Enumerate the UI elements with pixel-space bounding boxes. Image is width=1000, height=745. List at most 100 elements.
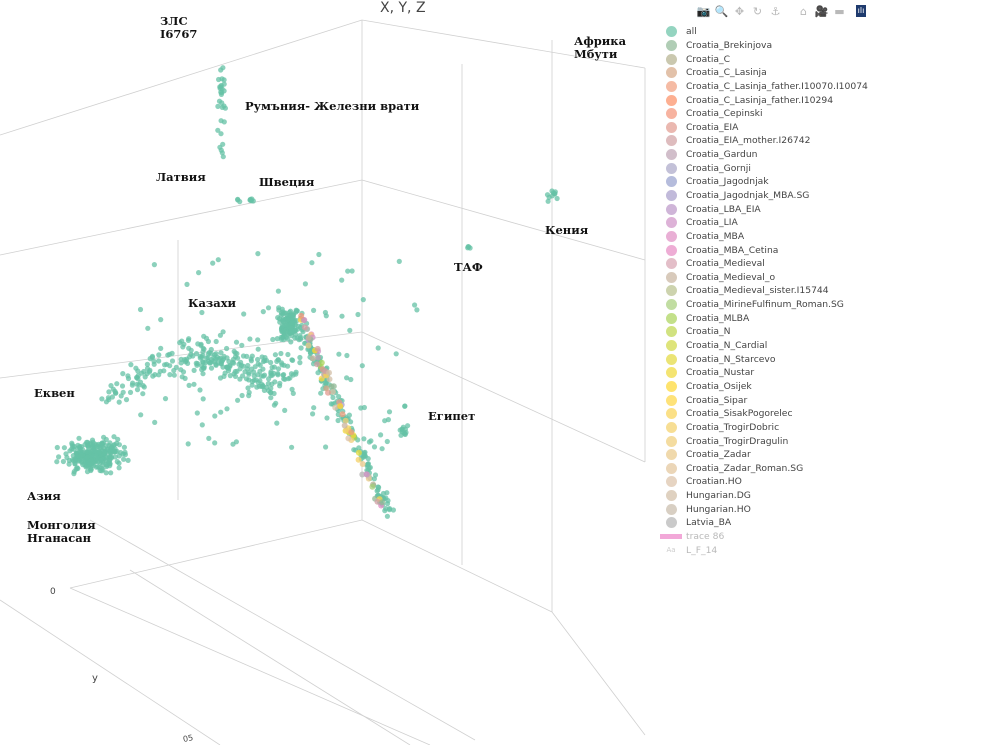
data-point [199,309,205,316]
legend-label: L_F_14 [686,544,718,556]
data-point [275,288,281,294]
legend-item[interactable]: Croatia_EIA [660,120,995,134]
legend-item[interactable]: Croatia_Nustar [660,366,995,380]
data-point [141,384,147,390]
data-point [552,191,558,197]
legend-item[interactable]: Croatia_N_Starcevo [660,352,995,366]
legend-item[interactable]: Croatia_EIA_mother.I26742 [660,134,995,148]
data-point [84,469,91,475]
spike-lines-icon[interactable]: ▬ [832,5,847,19]
legend-item[interactable]: Croatian.HO [660,475,995,489]
legend-item[interactable]: Croatia_TrogirDobric [660,421,995,435]
zoom-icon[interactable]: 🔍 [714,5,729,19]
data-point [71,471,77,477]
turntable-icon[interactable]: ⚓ [768,5,783,19]
legend-item[interactable]: Croatia_C_Lasinja_father.I10070.I10074 [660,80,995,94]
data-point [218,409,224,415]
legend-item[interactable]: Croatia_MBA [660,230,995,244]
legend-item[interactable]: Croatia_Zadar [660,448,995,462]
grid-line [0,179,363,256]
data-point [144,361,150,367]
data-point [140,391,146,397]
legend-item[interactable]: trace 86 [660,530,995,544]
data-point [186,382,192,388]
camera-view-icon[interactable]: 🎥 [814,5,829,19]
data-point [233,339,240,345]
legend-item[interactable]: Croatia_Brekinjova [660,39,995,53]
camera-icon[interactable]: 📷 [696,5,711,19]
legend-item[interactable]: Croatia_Osijek [660,380,995,394]
legend-label: Croatia_Cepinski [686,108,763,120]
data-point [196,270,202,276]
data-point [220,329,226,335]
legend-item[interactable]: Croatia_N_Cardial [660,339,995,353]
legend-item[interactable]: Latvia_BA [660,516,995,530]
data-point [379,499,386,506]
legend-item[interactable]: Croatia_Zadar_Roman.SG [660,462,995,476]
legend-marker-icon [665,67,677,79]
legend-item[interactable]: Croatia_C_Lasinja [660,66,995,80]
data-point [309,355,316,362]
legend-item[interactable]: Croatia_MirineFulfinum_Roman.SG [660,298,995,312]
data-point [213,351,219,357]
data-point [105,395,111,401]
data-point [246,393,252,399]
data-point [339,313,345,319]
data-point [221,81,227,87]
legend-symbol [660,203,682,215]
data-point [113,390,119,396]
annotation-label: Азия [27,489,61,503]
legend-item[interactable]: Hungarian.DG [660,489,995,503]
legend-item[interactable]: Croatia_N [660,325,995,339]
legend-item[interactable]: Croatia_Jagodnjak [660,175,995,189]
legend-item[interactable]: Croatia_MBA_Cetina [660,243,995,257]
legend-item[interactable]: Croatia_Cepinski [660,107,995,121]
data-point [157,368,163,374]
home-icon[interactable]: ⌂ [796,5,811,19]
data-point [271,364,277,370]
legend-item[interactable]: Aa L_F_14 [660,543,995,557]
legend-item[interactable]: Hungarian.HO [660,502,995,516]
data-point [349,268,355,274]
data-point [108,383,114,389]
legend-item[interactable]: Croatia_LBA_EIA [660,202,995,216]
data-point [90,460,96,466]
data-point [239,342,245,348]
legend-item[interactable]: Croatia_MLBA [660,311,995,325]
legend-item[interactable]: Croatia_Jagodnjak_MBA.SG [660,189,995,203]
data-point [360,297,366,303]
data-point [220,65,226,71]
orbit-icon[interactable]: ↻ [750,5,765,19]
grid-line [69,519,363,589]
legend-item[interactable]: Croatia_C_Lasinja_father.I10294 [660,93,995,107]
legend-item[interactable]: Croatia_Medieval_sister.I15744 [660,284,995,298]
data-point [234,351,240,357]
data-point [207,360,213,366]
legend-item[interactable]: Croatia_Medieval [660,257,995,271]
data-point [201,333,207,339]
data-point [355,456,362,463]
annotation-label: Египет [428,409,476,423]
data-point [341,422,348,429]
legend-item[interactable]: Croatia_Sipar [660,393,995,407]
legend-item[interactable]: Croatia_Medieval_o [660,271,995,285]
legend-item[interactable]: all [660,25,995,39]
data-point [149,353,155,359]
data-point [139,370,145,376]
data-point [219,359,225,365]
data-point [75,465,81,472]
legend-item[interactable]: Croatia_LIA [660,216,995,230]
legend-item[interactable]: Croatia_TrogirDragulin [660,434,995,448]
data-point [76,435,82,441]
data-point [278,350,284,357]
plotly-logo-icon[interactable]: ılı [856,5,866,17]
data-point [120,389,126,395]
data-point [301,324,308,331]
legend-item[interactable]: Croatia_SisakPogorelec [660,407,995,421]
data-point [191,381,197,387]
legend-item[interactable]: Croatia_Gardun [660,148,995,162]
pan-icon[interactable]: ✥ [732,5,747,19]
legend-item[interactable]: Croatia_Gornji [660,161,995,175]
legend-item[interactable]: Croatia_C [660,52,995,66]
data-point [219,100,225,106]
